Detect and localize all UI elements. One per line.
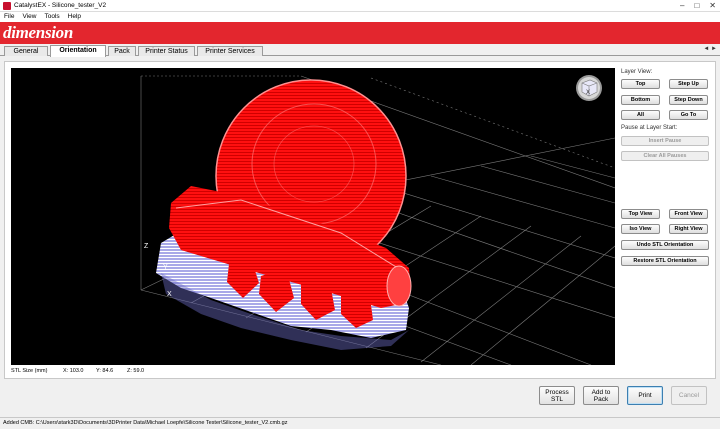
menu-tools[interactable]: Tools	[44, 12, 59, 22]
insert-pause-button[interactable]: Insert Pause	[621, 136, 709, 146]
menu-bar: File View Tools Help	[0, 12, 720, 22]
status-text: Added CMB: C:\Users\stark3D\Documents\3D…	[3, 420, 288, 426]
add-to-pack-button[interactable]: Add to Pack	[583, 386, 619, 405]
process-stl-label-1: Process	[545, 388, 569, 396]
axis-z-label: Z	[144, 243, 149, 250]
dimension-logo: dimension	[3, 23, 74, 42]
process-stl-label-2: STL	[551, 395, 563, 403]
bottom-button[interactable]: Bottom	[621, 95, 660, 105]
front-view-button[interactable]: Front View	[669, 209, 708, 219]
top-button[interactable]: Top	[621, 79, 660, 89]
stl-size-label: STL Size (mm)	[11, 368, 48, 374]
add-to-pack-label-2: Pack	[593, 395, 609, 403]
clear-all-pauses-button[interactable]: Clear All Pauses	[621, 151, 709, 161]
scroll-left-icon[interactable]: ◄	[703, 46, 709, 52]
app-icon	[3, 2, 11, 10]
tab-general[interactable]: General	[4, 46, 48, 56]
axis-x-label: X	[167, 291, 172, 298]
stl-size-x: X: 103.0	[63, 368, 84, 374]
axis-y-label: Y	[163, 264, 168, 271]
tab-orientation[interactable]: Orientation	[50, 45, 106, 57]
title-bar: CatalystEX - Silicone_tester_V2 – □ ✕	[0, 0, 720, 12]
layer-view-label: Layer View:	[621, 69, 653, 75]
close-icon[interactable]: ✕	[709, 1, 716, 10]
minimize-icon[interactable]: –	[680, 1, 684, 10]
step-up-button[interactable]: Step Up	[669, 79, 708, 89]
pause-label: Pause at Layer Start:	[621, 125, 678, 131]
scroll-right-icon[interactable]: ►	[711, 46, 717, 52]
right-view-button[interactable]: Right View	[669, 224, 708, 234]
tab-strip: General Orientation Pack Printer Status …	[0, 44, 720, 57]
view-cube-label: X	[586, 90, 590, 96]
status-bar: Added CMB: C:\Users\stark3D\Documents\3D…	[0, 417, 720, 429]
all-button[interactable]: All	[621, 110, 660, 120]
print-button[interactable]: Print	[627, 386, 663, 405]
menu-view[interactable]: View	[22, 12, 36, 22]
stl-size-z: Z: 59.0	[127, 368, 145, 374]
restore-stl-orientation-button[interactable]: Restore STL Orientation	[621, 256, 709, 266]
window-controls: – □ ✕	[680, 1, 716, 10]
view-cube-icon[interactable]: X	[576, 75, 602, 101]
maximize-icon[interactable]: □	[694, 1, 699, 10]
stl-size-y: Y: 84.6	[96, 368, 114, 374]
menu-help[interactable]: Help	[68, 12, 81, 22]
window-title: CatalystEX - Silicone_tester_V2	[14, 2, 107, 9]
tab-scroll-arrows: ◄ ►	[703, 46, 717, 52]
undo-stl-orientation-button[interactable]: Undo STL Orientation	[621, 240, 709, 250]
go-to-button[interactable]: Go To	[669, 110, 708, 120]
model-viewport[interactable]: Z Y X X	[11, 68, 615, 365]
brand-banner: dimension	[0, 22, 720, 44]
step-down-button[interactable]: Step Down	[669, 95, 708, 105]
process-stl-button[interactable]: Process STL	[539, 386, 575, 405]
tab-pack[interactable]: Pack	[108, 46, 136, 56]
tab-printer-status[interactable]: Printer Status	[138, 46, 195, 56]
cancel-button[interactable]: Cancel	[671, 386, 707, 405]
iso-view-button[interactable]: Iso View	[621, 224, 660, 234]
add-to-pack-label-1: Add to	[591, 388, 611, 396]
viewport-canvas: Z Y X X	[140, 75, 615, 365]
tab-printer-services[interactable]: Printer Services	[197, 46, 263, 56]
menu-file[interactable]: File	[4, 12, 14, 22]
top-view-button[interactable]: Top View	[621, 209, 660, 219]
